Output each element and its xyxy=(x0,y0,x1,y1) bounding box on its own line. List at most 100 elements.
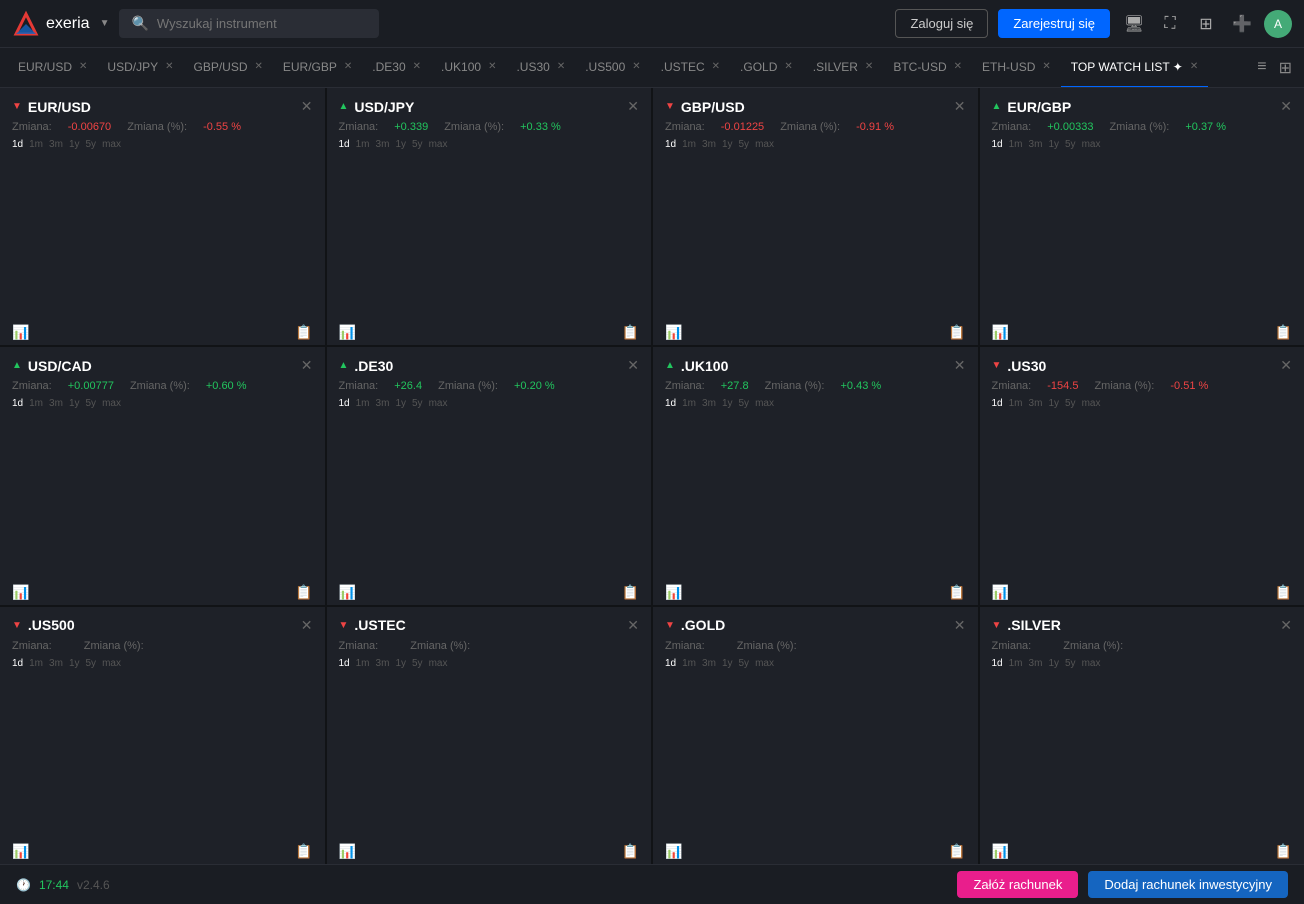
tf-3m-usdcad[interactable]: 3m xyxy=(49,398,63,409)
card-close-us500[interactable]: ✕ xyxy=(301,617,313,634)
tf-5y-ustec[interactable]: 5y xyxy=(412,658,423,669)
chart-type-icon-de30[interactable]: 📊 xyxy=(339,584,356,601)
tf-1d-gbpusd[interactable]: 1d xyxy=(665,139,676,150)
tf-1y-eurgbp[interactable]: 1y xyxy=(1048,139,1059,150)
tf-max-gold[interactable]: max xyxy=(755,658,774,669)
tf-1d-uk100[interactable]: 1d xyxy=(665,398,676,409)
tf-5y-us500[interactable]: 5y xyxy=(86,658,97,669)
tf-1d-ustec[interactable]: 1d xyxy=(339,658,350,669)
tf-1m-de30[interactable]: 1m xyxy=(356,398,370,409)
tab-gbpusd[interactable]: GBP/USD ✕ xyxy=(183,48,272,88)
tf-max-us30[interactable]: max xyxy=(1082,398,1101,409)
tab-uk100[interactable]: .UK100 ✕ xyxy=(431,48,506,88)
tf-5y-gold[interactable]: 5y xyxy=(739,658,750,669)
notes-icon-us500[interactable]: 📋 xyxy=(295,843,312,860)
tf-1y-ustec[interactable]: 1y xyxy=(395,658,406,669)
tab-close-de30[interactable]: ✕ xyxy=(413,61,421,72)
tab-close-usdjpy[interactable]: ✕ xyxy=(165,61,173,72)
tf-max-ustec[interactable]: max xyxy=(429,658,448,669)
tf-1m-usdcad[interactable]: 1m xyxy=(29,398,43,409)
tf-5y-uk100[interactable]: 5y xyxy=(739,398,750,409)
chart-type-icon-silver[interactable]: 📊 xyxy=(992,843,1009,860)
card-close-usdjpy[interactable]: ✕ xyxy=(627,98,639,115)
chart-type-icon-usdjpy[interactable]: 📊 xyxy=(339,324,356,341)
tf-1y-gold[interactable]: 1y xyxy=(722,658,733,669)
chart-type-icon-eurgbp[interactable]: 📊 xyxy=(992,324,1009,341)
logo-dropdown[interactable]: ▼ xyxy=(100,18,110,29)
tf-1m-gold[interactable]: 1m xyxy=(682,658,696,669)
tf-max-de30[interactable]: max xyxy=(429,398,448,409)
register-button[interactable]: Zarejestruj się xyxy=(998,9,1110,38)
chart-type-icon-us500[interactable]: 📊 xyxy=(12,843,29,860)
tab-eurusd[interactable]: EUR/USD ✕ xyxy=(8,48,97,88)
tab-close-us30[interactable]: ✕ xyxy=(557,61,565,72)
tf-1m-uk100[interactable]: 1m xyxy=(682,398,696,409)
card-close-usdcad[interactable]: ✕ xyxy=(301,357,313,374)
tf-5y-de30[interactable]: 5y xyxy=(412,398,423,409)
notes-icon-gold[interactable]: 📋 xyxy=(948,843,965,860)
chart-type-icon-gbpusd[interactable]: 📊 xyxy=(665,324,682,341)
tf-1m-eurgbp[interactable]: 1m xyxy=(1009,139,1023,150)
tf-1m-us30[interactable]: 1m xyxy=(1009,398,1023,409)
search-bar[interactable]: 🔍 xyxy=(119,9,379,38)
tf-1d-usdcad[interactable]: 1d xyxy=(12,398,23,409)
tf-max-usdjpy[interactable]: max xyxy=(429,139,448,150)
create-account-button[interactable]: Załóż rachunek xyxy=(957,871,1078,898)
grid-view-icon[interactable]: ⊞ xyxy=(1275,54,1296,82)
tab-close-topwatchlist[interactable]: ✕ xyxy=(1190,61,1198,72)
tf-5y-eurusd[interactable]: 5y xyxy=(86,139,97,150)
tab-close-eurusd[interactable]: ✕ xyxy=(79,61,87,72)
logo[interactable]: exeria xyxy=(12,10,90,38)
tf-1d-eurusd[interactable]: 1d xyxy=(12,139,23,150)
chart-area-usdjpy[interactable] xyxy=(327,152,652,320)
tf-1y-usdjpy[interactable]: 1y xyxy=(395,139,406,150)
search-input[interactable] xyxy=(157,16,368,31)
tf-1m-ustec[interactable]: 1m xyxy=(356,658,370,669)
chart-area-eurgbp[interactable] xyxy=(980,152,1304,320)
card-close-gold[interactable]: ✕ xyxy=(954,617,966,634)
tab-close-us500[interactable]: ✕ xyxy=(632,61,640,72)
chart-type-icon-usdcad[interactable]: 📊 xyxy=(12,584,29,601)
notes-icon-uk100[interactable]: 📋 xyxy=(948,584,965,601)
chart-type-icon-ustec[interactable]: 📊 xyxy=(339,843,356,860)
tab-close-btcusd[interactable]: ✕ xyxy=(954,61,962,72)
notes-icon-silver[interactable]: 📋 xyxy=(1275,843,1292,860)
tf-5y-us30[interactable]: 5y xyxy=(1065,398,1076,409)
card-close-uk100[interactable]: ✕ xyxy=(954,357,966,374)
tf-max-uk100[interactable]: max xyxy=(755,398,774,409)
chart-area-usdcad[interactable] xyxy=(0,411,325,579)
chart-area-eurusd[interactable] xyxy=(0,152,325,320)
tf-1m-us500[interactable]: 1m xyxy=(29,658,43,669)
tf-1d-us500[interactable]: 1d xyxy=(12,658,23,669)
tf-max-eurgbp[interactable]: max xyxy=(1082,139,1101,150)
chart-area-gold[interactable] xyxy=(653,671,978,839)
tf-3m-gbpusd[interactable]: 3m xyxy=(702,139,716,150)
chart-type-icon-eurusd[interactable]: 📊 xyxy=(12,324,29,341)
tf-5y-silver[interactable]: 5y xyxy=(1065,658,1076,669)
tab-silver[interactable]: .SILVER ✕ xyxy=(803,48,884,88)
chart-area-silver[interactable] xyxy=(980,671,1304,839)
tf-3m-ustec[interactable]: 3m xyxy=(376,658,390,669)
tf-1d-usdjpy[interactable]: 1d xyxy=(339,139,350,150)
tf-3m-eurgbp[interactable]: 3m xyxy=(1029,139,1043,150)
tf-3m-de30[interactable]: 3m xyxy=(376,398,390,409)
tab-close-gbpusd[interactable]: ✕ xyxy=(255,61,263,72)
login-button[interactable]: Zaloguj się xyxy=(895,9,988,38)
tf-5y-usdcad[interactable]: 5y xyxy=(86,398,97,409)
add-icon[interactable]: ➕ xyxy=(1228,10,1256,38)
list-view-icon[interactable]: ≡ xyxy=(1253,54,1270,82)
tab-gold[interactable]: .GOLD ✕ xyxy=(730,48,803,88)
avatar[interactable]: A xyxy=(1264,10,1292,38)
notes-icon-gbpusd[interactable]: 📋 xyxy=(948,324,965,341)
tf-3m-us30[interactable]: 3m xyxy=(1029,398,1043,409)
tf-3m-silver[interactable]: 3m xyxy=(1029,658,1043,669)
tab-usdjpy[interactable]: USD/JPY ✕ xyxy=(97,48,183,88)
tab-us500[interactable]: .US500 ✕ xyxy=(575,48,650,88)
notes-icon-ustec[interactable]: 📋 xyxy=(622,843,639,860)
monitor-icon[interactable]: 🖥 xyxy=(1120,10,1148,38)
tf-1y-usdcad[interactable]: 1y xyxy=(69,398,80,409)
card-close-gbpusd[interactable]: ✕ xyxy=(954,98,966,115)
tf-max-us500[interactable]: max xyxy=(102,658,121,669)
tf-5y-gbpusd[interactable]: 5y xyxy=(739,139,750,150)
notes-icon-de30[interactable]: 📋 xyxy=(622,584,639,601)
